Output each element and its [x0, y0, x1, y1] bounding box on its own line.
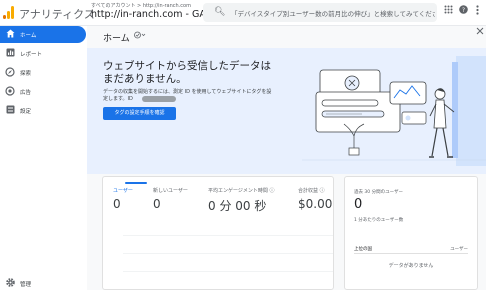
- property-name: http://in-ranch.com - GA4: [91, 9, 212, 20]
- realtime-card: 過去 30 分間のユーザー 0 1 分あたりのユーザー数 上位の国 ユーザー デ…: [344, 176, 478, 290]
- sidebar-item-label: ホーム: [20, 33, 37, 39]
- metric-value: 0: [113, 197, 121, 211]
- more-icon[interactable]: [476, 5, 479, 18]
- metric-users[interactable]: ユーザー 0: [113, 187, 133, 211]
- gear-icon: [5, 278, 15, 288]
- configure-icon: [5, 105, 15, 115]
- chart-gridline: [123, 235, 333, 236]
- sidebar-item-label: 設定: [20, 109, 32, 115]
- column-header-country: 上位の国: [354, 247, 372, 252]
- sidebar-item-label: 探索: [20, 71, 32, 77]
- metric-new-users[interactable]: 新しいユーザー 0: [153, 187, 188, 211]
- chart-gridline: [123, 253, 333, 254]
- metric-label: 平均エンゲージメント時間 ⓘ: [208, 188, 275, 194]
- sidebar-item-label: 管理: [20, 282, 32, 288]
- banner-description: データの収集を開始するには、測定 ID を使用してウェブサイトにタグを設定します…: [103, 89, 272, 102]
- explore-icon: [5, 67, 15, 77]
- metric-label: 合計収益 ⓘ: [298, 188, 325, 194]
- analytics-app: アナリティクス すべてのアカウント > http://in-ranch.com …: [0, 0, 486, 290]
- sidebar-item-admin[interactable]: 管理: [0, 275, 86, 290]
- divider: [354, 253, 468, 254]
- search-bar[interactable]: 🔍︎ 「デバイスタイプ別ユーザー数の前月比の伸び」と検索してみてください: [203, 3, 437, 22]
- advertising-icon: [5, 86, 15, 96]
- sidebar-item-home[interactable]: ホーム: [0, 26, 86, 43]
- search-icon: 🔍︎: [214, 7, 226, 17]
- banner-headline: ウェブサイトから受信したデータは まだありません。: [103, 60, 271, 85]
- apps-icon[interactable]: [444, 5, 453, 17]
- sidebar-item-label: レポート: [20, 52, 43, 58]
- reports-icon: [5, 48, 15, 58]
- analytics-logo-icon[interactable]: [3, 5, 15, 19]
- sidebar-item-configure[interactable]: 設定: [0, 102, 86, 119]
- illustration-image: [302, 56, 486, 166]
- realtime-title: 過去 30 分間のユーザー: [354, 190, 403, 195]
- page-title: ホーム: [103, 34, 130, 44]
- sidebar-item-advertising[interactable]: 広告: [0, 83, 86, 100]
- help-icon[interactable]: ?: [459, 5, 468, 17]
- no-data-banner: ウェブサイトから受信したデータは まだありません。 データの収集を開始するには、…: [87, 48, 486, 174]
- column-header-users: ユーザー: [450, 247, 468, 252]
- metrics-card: ユーザー 0 新しいユーザー 0 平均エンゲージメント時間 ⓘ 0 分 00 秒…: [102, 176, 334, 290]
- metric-total-revenue[interactable]: 合計収益 ⓘ $0.00: [298, 187, 332, 211]
- sidebar-item-label: 広告: [20, 90, 32, 96]
- redacted-measurement-id: [142, 96, 176, 102]
- close-icon[interactable]: [476, 27, 484, 38]
- metric-label: 新しいユーザー: [153, 188, 188, 194]
- brand-name[interactable]: アナリティクス: [19, 6, 95, 22]
- metric-avg-engagement[interactable]: 平均エンゲージメント時間 ⓘ 0 分 00 秒: [208, 187, 275, 214]
- metric-value: 0: [153, 197, 161, 211]
- top-bar: アナリティクス すべてのアカウント > http://in-ranch.com …: [0, 0, 486, 26]
- active-tab-indicator: [125, 182, 147, 184]
- account-breadcrumb[interactable]: すべてのアカウント > http://in-ranch.com: [91, 2, 191, 9]
- status-check-icon[interactable]: [134, 31, 146, 41]
- home-icon: [5, 29, 15, 39]
- main-content: ホーム ウェブサイトから受信したデータは まだありません。 データの収集を開始す…: [87, 26, 486, 290]
- metric-value: 0 分 00 秒: [208, 199, 267, 213]
- tag-setup-button[interactable]: タグの設定手順を確認: [103, 107, 176, 120]
- realtime-subtitle: 1 分あたりのユーザー数: [354, 218, 404, 223]
- sidebar-item-reports[interactable]: レポート: [0, 45, 86, 62]
- sidebar: ホーム レポート 探索 広告 設定 管理: [0, 26, 87, 290]
- property-selector[interactable]: http://in-ranch.com - GA4 ▾: [91, 9, 220, 20]
- realtime-value: 0: [354, 197, 363, 212]
- svg-text:?: ?: [462, 7, 465, 14]
- metric-value: $0.00: [298, 197, 333, 211]
- sidebar-item-explore[interactable]: 探索: [0, 64, 86, 81]
- empty-state-text: データがありません: [388, 263, 434, 269]
- chart-gridline: [123, 271, 333, 272]
- metric-label: ユーザー: [113, 188, 133, 194]
- search-placeholder: 「デバイスタイプ別ユーザー数の前月比の伸び」と検索してみてください: [231, 10, 435, 18]
